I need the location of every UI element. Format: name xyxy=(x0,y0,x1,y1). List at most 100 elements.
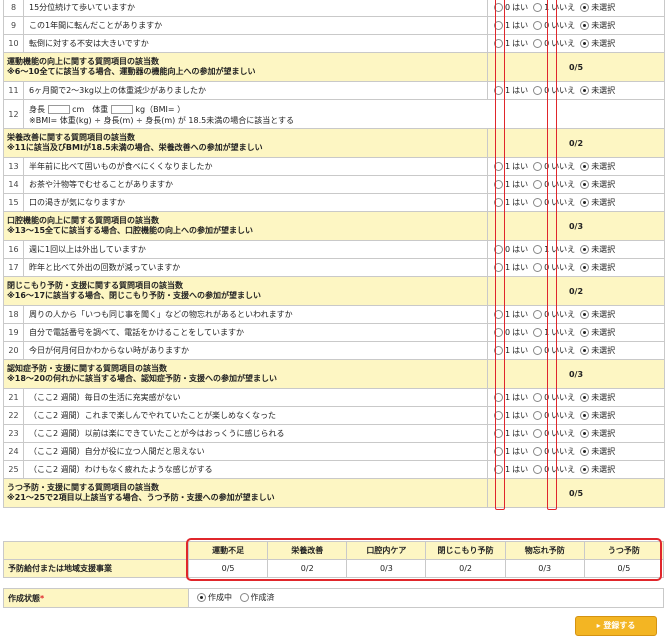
question-row-bmi: 12 身長 cm 体重 kg（BMI= ） ※BMI= 体重(kg) ÷ 身長(m)… xyxy=(3,99,665,129)
section-summary-row: 閉じこもり予防・支援に関する質問項目の該当数 ※16〜17に該当する場合、閉じこも… xyxy=(3,276,665,306)
unselected-label: 未選択 xyxy=(591,21,616,30)
answer-unselected[interactable]: 未選択 xyxy=(580,410,615,421)
no-radio[interactable] xyxy=(533,310,543,319)
status-in-progress-radio[interactable] xyxy=(197,593,206,602)
question-number: 12 xyxy=(3,99,24,129)
unselected-radio[interactable] xyxy=(580,198,590,207)
answer-unselected[interactable]: 未選択 xyxy=(580,428,615,439)
question-text: 週に1回以上は外出していますか xyxy=(23,240,488,259)
answer-unselected[interactable]: 未選択 xyxy=(580,446,615,457)
unselected-radio[interactable] xyxy=(580,447,590,456)
yes-label: はい xyxy=(512,411,529,420)
question-number: 19 xyxy=(3,323,24,342)
status-complete-radio[interactable] xyxy=(239,593,249,602)
section-score: 0/3 xyxy=(487,359,665,389)
unselected-radio[interactable] xyxy=(580,429,590,438)
no-radio[interactable] xyxy=(533,162,543,171)
no-radio[interactable] xyxy=(533,21,543,30)
question-text: （ここ2 週間）わけもなく疲れたような感じがする xyxy=(23,460,488,479)
question-row: 11 6ヶ月間で2〜3kg以上の体重減少がありましたか 1 はい 0 いいえ 未選択 xyxy=(3,81,665,100)
answer-unselected[interactable]: 未選択 xyxy=(580,20,615,31)
answer-unselected[interactable]: 未選択 xyxy=(580,38,615,49)
unselected-radio[interactable] xyxy=(580,310,590,319)
yes-label: はい xyxy=(512,245,529,254)
section-summary-row: 口腔機能の向上に関する質問項目の該当数 ※13〜15全てに該当する場合、口腔機能の… xyxy=(3,211,665,241)
question-text: 周りの人から「いつも同じ事を聞く」などの物忘れがあるといわれますか xyxy=(23,305,488,324)
no-radio[interactable] xyxy=(533,263,543,272)
unselected-radio[interactable] xyxy=(580,180,590,189)
answer-options: 1 はい 0 いいえ 未選択 xyxy=(487,406,665,425)
unselected-radio[interactable] xyxy=(580,263,590,272)
no-radio[interactable] xyxy=(533,411,543,420)
unselected-label: 未選択 xyxy=(591,3,616,12)
no-radio[interactable] xyxy=(533,447,543,456)
question-row: 16 週に1回以上は外出していますか 0 はい 1 いいえ 未選択 xyxy=(3,240,665,259)
question-row: 8 15分位続けて歩いていますか 0 はい 1 いいえ 未選択 xyxy=(3,0,665,17)
answer-unselected[interactable]: 未選択 xyxy=(580,262,615,273)
register-button[interactable]: ▸ 登録する xyxy=(575,616,657,636)
yes-score: 1 xyxy=(505,263,511,272)
question-number: 24 xyxy=(3,442,24,461)
unselected-radio[interactable] xyxy=(580,3,590,12)
no-radio[interactable] xyxy=(533,465,543,474)
question-text: （ここ2 週間）自分が役に立つ人間だと思えない xyxy=(23,442,488,461)
unselected-radio[interactable] xyxy=(580,245,590,254)
section-heading: 口腔機能の向上に関する質問項目の該当数 xyxy=(7,216,159,225)
status-in-progress-option[interactable]: 作成中 xyxy=(197,592,232,603)
question-number: 16 xyxy=(3,240,24,259)
status-complete-option[interactable]: 作成済 xyxy=(239,592,275,603)
section-score: 0/2 xyxy=(487,276,665,306)
status-label-cell: 作成状態* xyxy=(3,588,189,608)
answer-unselected[interactable]: 未選択 xyxy=(580,464,615,475)
unselected-radio[interactable] xyxy=(580,21,590,30)
unselected-radio[interactable] xyxy=(580,346,590,355)
unselected-label: 未選択 xyxy=(591,310,616,319)
section-score: 0/2 xyxy=(487,128,665,158)
no-radio[interactable] xyxy=(533,198,543,207)
answer-options: 1 はい 0 いいえ 未選択 xyxy=(487,157,665,176)
answer-unselected[interactable]: 未選択 xyxy=(580,309,615,320)
question-row: 14 お茶や汁物等でむせることがありますか 1 はい 0 いいえ 未選択 xyxy=(3,175,665,194)
yes-score: 1 xyxy=(505,447,511,456)
unselected-radio[interactable] xyxy=(580,465,590,474)
answer-unselected[interactable]: 未選択 xyxy=(580,179,615,190)
answer-unselected[interactable]: 未選択 xyxy=(580,85,615,96)
no-radio[interactable] xyxy=(533,39,543,48)
answer-unselected[interactable]: 未選択 xyxy=(580,244,615,255)
no-radio[interactable] xyxy=(533,346,543,355)
required-mark: * xyxy=(40,593,45,603)
unselected-label: 未選択 xyxy=(591,39,616,48)
status-table: 作成状態* 作成中 作成済 xyxy=(3,588,664,608)
yes-label: はい xyxy=(512,198,529,207)
no-radio[interactable] xyxy=(533,328,543,337)
unselected-radio[interactable] xyxy=(580,86,590,95)
answer-unselected[interactable]: 未選択 xyxy=(580,2,615,13)
answer-unselected[interactable]: 未選択 xyxy=(580,197,615,208)
answer-unselected[interactable]: 未選択 xyxy=(580,345,615,356)
summary-label-cell xyxy=(3,541,189,560)
unselected-radio[interactable] xyxy=(580,411,590,420)
unselected-radio[interactable] xyxy=(580,39,590,48)
question-number: 9 xyxy=(3,16,24,35)
section-summary-row: うつ予防・支援に関する質問項目の該当数 ※21〜25で2項目以上該当する場合、うつ… xyxy=(3,478,665,508)
answer-unselected[interactable]: 未選択 xyxy=(580,327,615,338)
unselected-radio[interactable] xyxy=(580,162,590,171)
no-radio[interactable] xyxy=(533,429,543,438)
no-radio[interactable] xyxy=(533,3,543,12)
no-radio[interactable] xyxy=(533,180,543,189)
answer-unselected[interactable]: 未選択 xyxy=(580,392,615,403)
answer-unselected[interactable]: 未選択 xyxy=(580,161,615,172)
bmi-input-cell: 身長 cm 体重 kg（BMI= ） ※BMI= 体重(kg) ÷ 身長(m) ÷… xyxy=(23,99,665,129)
weight-input[interactable] xyxy=(110,104,133,114)
section-summary-row: 運動機能の向上に関する質問項目の該当数 ※6〜10全てに該当する場合、運動器の機能… xyxy=(3,52,665,82)
yes-score: 1 xyxy=(505,180,511,189)
no-radio[interactable] xyxy=(533,393,543,402)
unselected-radio[interactable] xyxy=(580,393,590,402)
section-title: 栄養改善に関する質問項目の該当数 ※11に該当及びBMIが18.5未満の場合、栄養… xyxy=(3,128,488,158)
yes-score: 1 xyxy=(505,86,511,95)
section-score: 0/5 xyxy=(487,52,665,82)
no-radio[interactable] xyxy=(533,245,543,254)
no-radio[interactable] xyxy=(533,86,543,95)
unselected-radio[interactable] xyxy=(580,328,590,337)
height-input[interactable] xyxy=(47,104,70,114)
